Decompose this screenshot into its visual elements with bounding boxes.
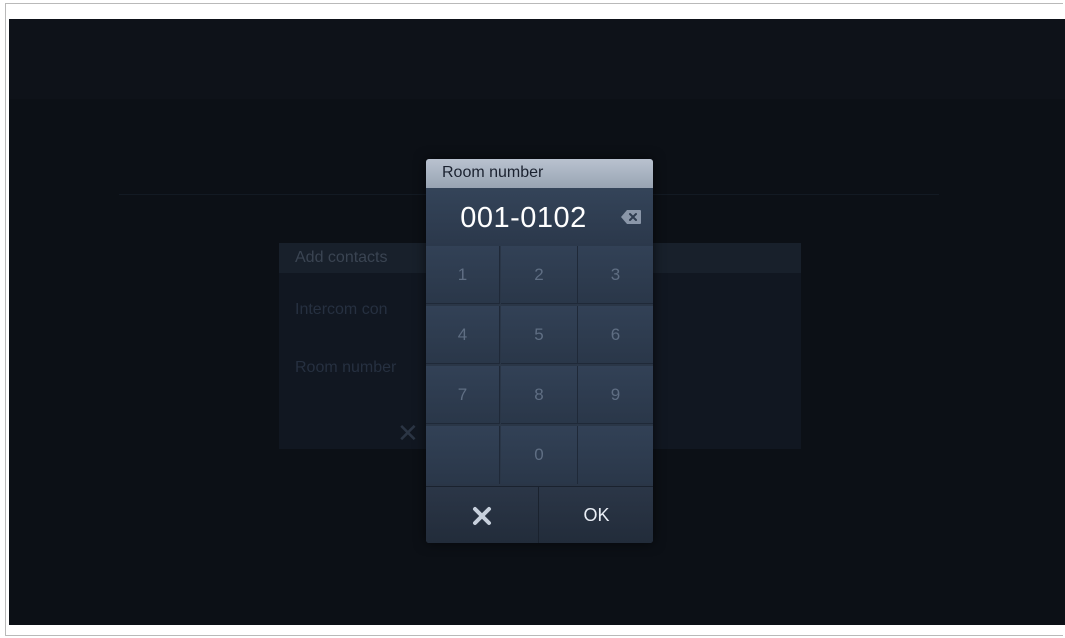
background-close-icon: ✕ [397, 418, 419, 448]
keypad-title: Room number [442, 164, 544, 181]
background-intercom-label: Intercom con [295, 301, 388, 318]
room-number-keypad-dialog: Room number 001-0102 1 2 3 4 5 6 7 8 9 0… [426, 159, 653, 543]
background-dialog-title: Add contacts [295, 249, 388, 266]
key-8[interactable]: 8 [501, 366, 578, 424]
key-1[interactable]: 1 [426, 246, 500, 304]
close-icon [473, 506, 491, 525]
key-0[interactable]: 0 [501, 426, 578, 484]
key-blank-right [578, 426, 653, 484]
keypad-title-bar: Room number [426, 159, 653, 188]
room-number-value: 001-0102 [460, 202, 587, 234]
backspace-icon[interactable] [620, 208, 642, 226]
key-5[interactable]: 5 [501, 306, 578, 364]
key-2[interactable]: 2 [501, 246, 578, 304]
key-9[interactable]: 9 [578, 366, 653, 424]
background-room-number-label: Room number [295, 359, 397, 376]
key-6[interactable]: 6 [578, 306, 653, 364]
key-4[interactable]: 4 [426, 306, 500, 364]
keypad-grid: 1 2 3 4 5 6 7 8 9 0 [426, 246, 653, 486]
ok-button[interactable]: OK [540, 487, 653, 543]
background-header [9, 19, 1065, 99]
key-7[interactable]: 7 [426, 366, 500, 424]
window-frame: Add contacts Intercom con Room number ✕ … [0, 0, 1065, 638]
key-3[interactable]: 3 [578, 246, 653, 304]
key-blank-left [426, 426, 500, 484]
cancel-button[interactable] [426, 487, 539, 543]
keypad-display: 001-0102 [426, 188, 653, 246]
intercom-screen: Add contacts Intercom con Room number ✕ … [9, 19, 1065, 625]
keypad-action-bar: OK [426, 486, 653, 543]
